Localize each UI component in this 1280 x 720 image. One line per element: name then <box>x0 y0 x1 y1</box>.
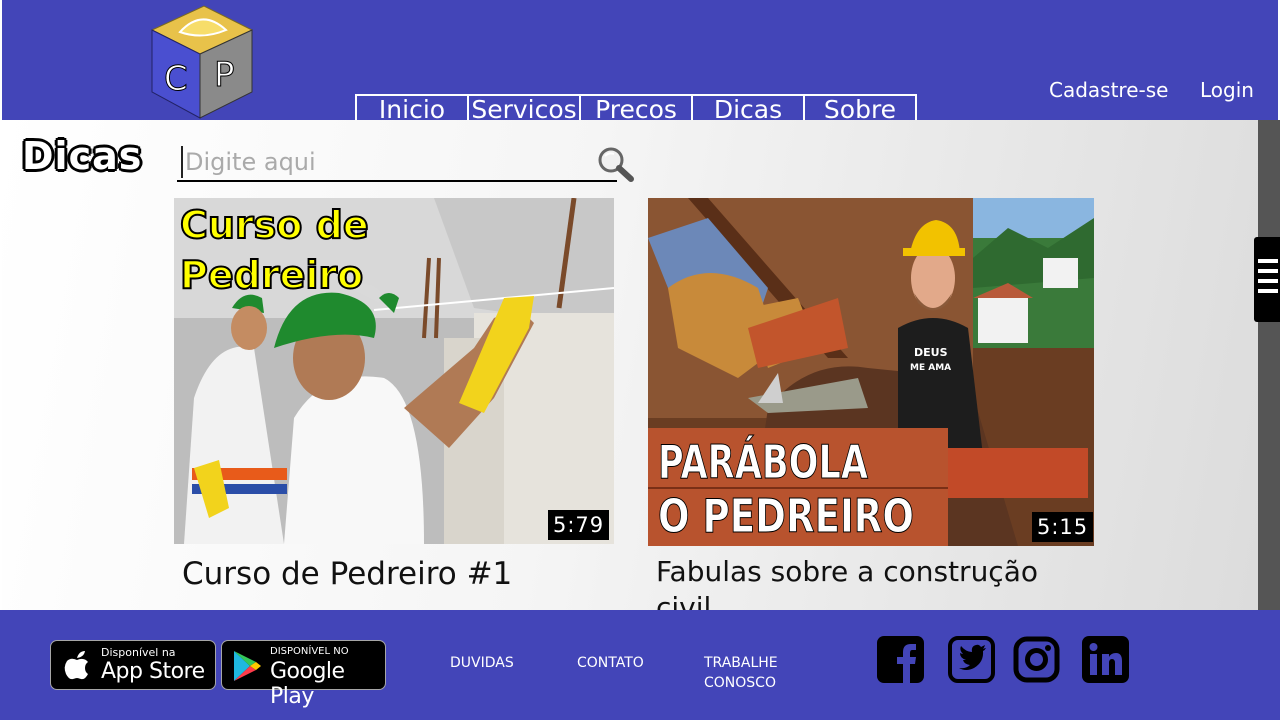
thumbnail-line-2: Pedreiro <box>180 253 363 297</box>
nav-sobre[interactable]: Sobre <box>805 96 915 120</box>
search-icon[interactable] <box>596 146 636 184</box>
instagram-icon[interactable] <box>1013 636 1060 683</box>
site-logo[interactable]: C P <box>142 0 257 124</box>
nav-servicos[interactable]: Servicos <box>469 96 581 120</box>
video-title[interactable]: Fabulas sobre a construção civil <box>656 554 1096 610</box>
video-thumbnail[interactable]: Curso de Pedreiro 5:79 <box>174 198 614 544</box>
page-title: Dicas <box>22 134 143 178</box>
video-thumbnail[interactable]: DEUS ME AMA PARÁBOLA O PEDREIRO 5:15 <box>648 198 1094 546</box>
shirt-text-line-2: ME AMA <box>910 363 951 373</box>
nav-precos[interactable]: Precos <box>581 96 693 120</box>
main-nav: Inicio Servicos Precos Dicas Sobre <box>355 94 917 120</box>
logo-letter-c: C <box>164 59 188 99</box>
search-input[interactable] <box>181 146 591 178</box>
signup-link[interactable]: Cadastre-se <box>1049 78 1168 102</box>
scrollbar[interactable] <box>1258 120 1280 610</box>
nav-inicio[interactable]: Inicio <box>357 96 469 120</box>
app-store-small-text: Disponível na <box>101 646 176 659</box>
nav-dicas[interactable]: Dicas <box>693 96 805 120</box>
footer-link-duvidas[interactable]: DUVIDAS <box>450 653 514 673</box>
footer: Disponível na App Store DISPONÍVEL NO Go… <box>0 610 1280 720</box>
footer-link-trabalhe-conosco[interactable]: TRABALHE CONOSCO <box>704 653 794 693</box>
thumbnail-line-1: PARÁBOLA <box>658 435 868 489</box>
shirt-text-line-1: DEUS <box>914 346 948 359</box>
login-link[interactable]: Login <box>1200 78 1254 102</box>
search-box <box>177 142 617 182</box>
thumbnail-line-1: Curso de <box>180 203 369 247</box>
hamburger-menu-icon[interactable] <box>1254 237 1280 322</box>
logo-letter-p: P <box>214 55 235 95</box>
google-play-big-text: Google Play <box>270 659 345 709</box>
video-card: Curso de Pedreiro 5:79 Curso de Pedreiro… <box>174 198 614 610</box>
google-play-badge[interactable]: DISPONÍVEL NO Google Play <box>221 640 386 709</box>
twitter-icon[interactable] <box>948 636 995 683</box>
video-card: DEUS ME AMA PARÁBOLA O PEDREIRO 5:15 Fab… <box>648 198 1094 610</box>
thumbnail-line-2: O PEDREIRO <box>658 489 914 543</box>
footer-link-contato[interactable]: CONTATO <box>577 653 644 673</box>
google-play-small-text: DISPONÍVEL NO <box>270 646 349 657</box>
main-content: Dicas Digite aqui Curso de Pedreiro 5:79… <box>0 120 1258 610</box>
linkedin-icon[interactable] <box>1082 636 1129 683</box>
video-duration: 5:15 <box>1032 512 1094 542</box>
google-play-icon <box>234 651 261 681</box>
app-store-badge[interactable]: Disponível na App Store <box>50 640 216 690</box>
header: C P Inicio Servicos Precos Dicas Sobre C… <box>0 0 1280 120</box>
video-duration: 5:79 <box>548 510 610 540</box>
facebook-icon[interactable] <box>877 636 924 683</box>
app-store-big-text: App Store <box>101 659 205 684</box>
video-title[interactable]: Curso de Pedreiro #1 <box>182 556 512 592</box>
apple-icon <box>64 651 88 680</box>
